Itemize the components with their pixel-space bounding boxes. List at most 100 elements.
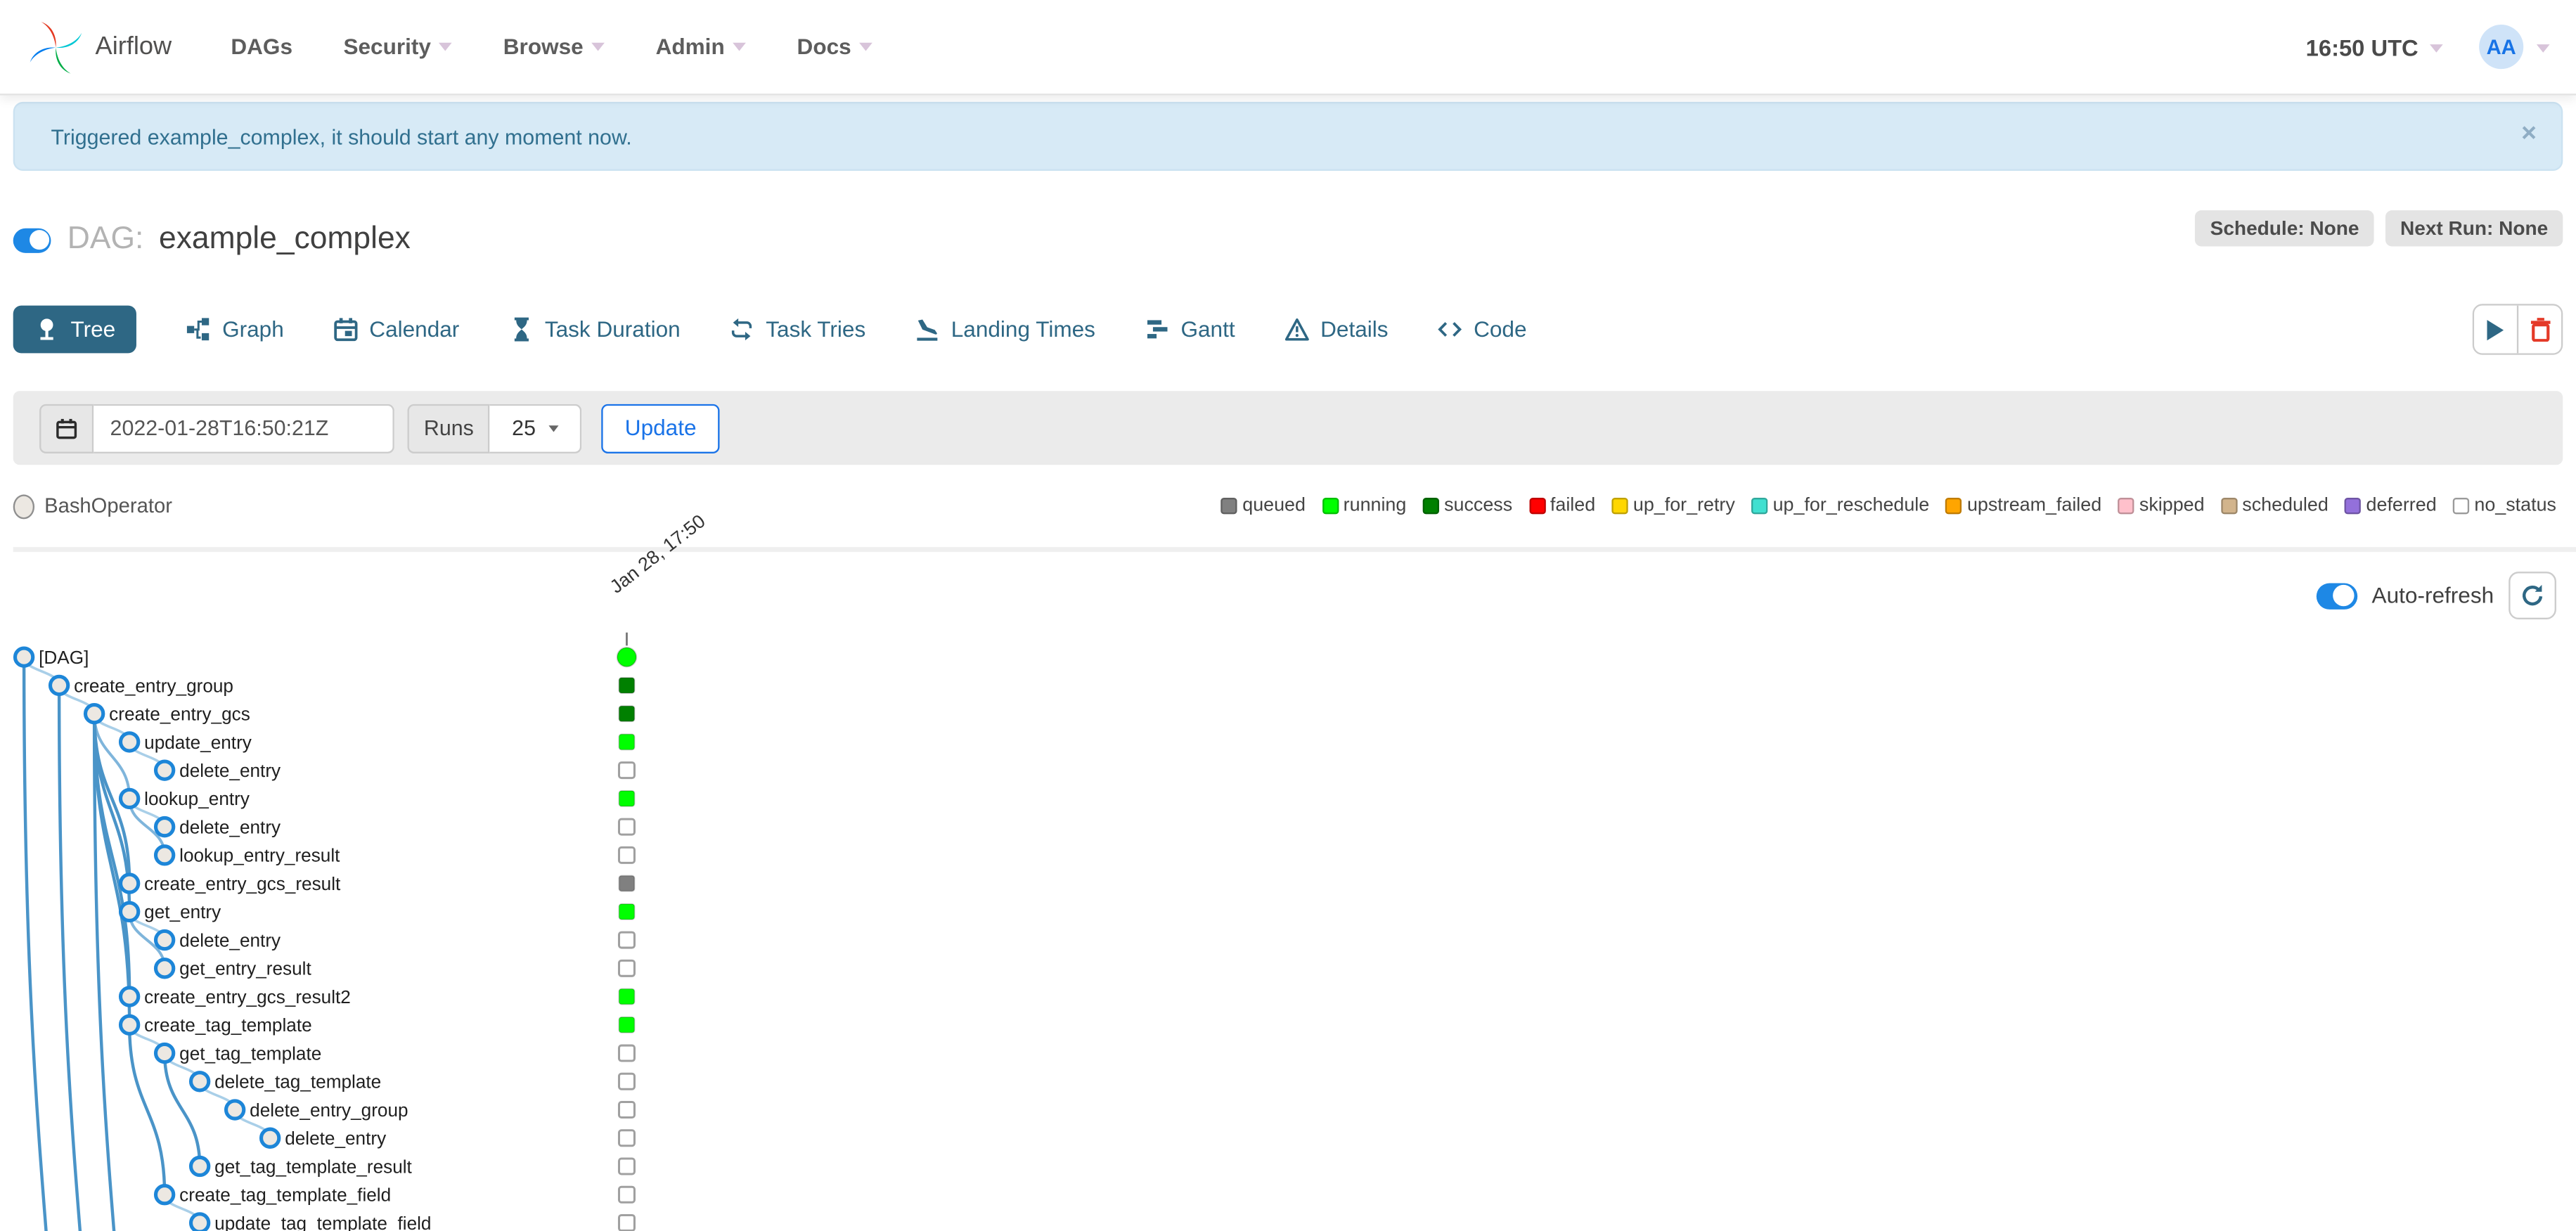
task-label[interactable]: create_tag_template_field (179, 1185, 391, 1206)
task-node-delete_entry[interactable] (259, 1127, 281, 1149)
task-label[interactable]: get_tag_template (179, 1043, 321, 1064)
dag-run-circle-running[interactable] (616, 646, 638, 668)
avatar-caret-icon[interactable] (2536, 44, 2550, 53)
task-node-delete_entry_group[interactable] (224, 1099, 246, 1121)
nav-item-security[interactable]: Security (343, 34, 453, 59)
status-square-no_status[interactable] (617, 1072, 636, 1090)
task-node-DAG[interactable] (13, 646, 35, 668)
status-square-no_status[interactable] (617, 1157, 636, 1175)
task-node-get_entry[interactable] (118, 901, 141, 923)
task-node-lookup_entry[interactable] (118, 787, 141, 810)
utc-clock[interactable]: 16:50 UTC (2306, 34, 2419, 60)
task-label[interactable]: delete_entry (179, 816, 281, 837)
refresh-button[interactable] (2509, 572, 2556, 619)
task-label[interactable]: create_entry_gcs_result2 (144, 986, 351, 1007)
run-column-header[interactable]: Jan 28, 17:50 (607, 512, 710, 598)
task-label[interactable]: update_tag_template_field (214, 1213, 431, 1231)
task-node-get_entry_result[interactable] (153, 958, 176, 979)
task-node-create_entry_gcs[interactable] (83, 702, 105, 725)
avatar[interactable]: AA (2479, 25, 2524, 70)
status-square-no_status[interactable] (617, 1101, 636, 1119)
tab-calendar[interactable]: Calendar (333, 317, 459, 342)
task-node-update_entry[interactable] (118, 731, 141, 753)
task-label[interactable]: create_entry_gcs (109, 704, 250, 725)
task-node-create_tag_template_field[interactable] (153, 1184, 176, 1206)
task-label[interactable]: [DAG] (39, 647, 89, 668)
task-label[interactable]: create_entry_group (74, 675, 233, 696)
status-square-no_status[interactable] (617, 931, 636, 949)
task-node-get_tag_template[interactable] (153, 1042, 176, 1064)
task-label[interactable]: create_tag_template (144, 1014, 311, 1036)
tab-task-tries[interactable]: Task Tries (730, 317, 865, 342)
task-node-delete_entry[interactable] (153, 816, 176, 838)
task-node-create_entry_group[interactable] (48, 674, 70, 697)
status-square-running[interactable] (618, 988, 636, 1005)
divider (13, 547, 2576, 553)
dag-header: DAG: example_complex (13, 220, 411, 259)
status-square-running[interactable] (618, 789, 636, 807)
dag-pause-toggle[interactable] (13, 227, 51, 252)
task-node-delete_entry[interactable] (153, 759, 176, 781)
task-label[interactable]: create_entry_gcs_result (144, 873, 341, 894)
tab-details[interactable]: Details (1284, 317, 1389, 342)
nav-item-dags[interactable]: DAGs (231, 34, 292, 59)
task-node-get_tag_template_result[interactable] (188, 1155, 211, 1178)
task-label[interactable]: get_entry_result (179, 958, 311, 979)
airflow-brand[interactable]: Airflow (26, 18, 172, 77)
tab-gantt[interactable]: Gantt (1145, 317, 1235, 342)
task-node-create_tag_template[interactable] (118, 1014, 141, 1036)
status-square-running[interactable] (618, 903, 636, 920)
task-label[interactable]: delete_entry_group (250, 1100, 408, 1121)
status-square-no_status[interactable] (617, 959, 636, 977)
base-date-input[interactable] (94, 403, 394, 453)
task-label[interactable]: lookup_entry_result (179, 845, 340, 866)
task-label[interactable]: get_entry (144, 901, 221, 922)
tab-code[interactable]: Code (1438, 317, 1527, 342)
task-label[interactable]: delete_tag_template (214, 1071, 381, 1093)
task-node-lookup_entry_result[interactable] (153, 844, 176, 866)
delete-dag-button[interactable] (2516, 305, 2561, 354)
status-square-running[interactable] (618, 733, 636, 751)
hourglass-icon (513, 317, 529, 342)
task-label[interactable]: update_entry (144, 732, 252, 753)
nav-item-docs[interactable]: Docs (797, 34, 873, 59)
status-square-no_status[interactable] (617, 1129, 636, 1147)
status-square-success[interactable] (618, 677, 636, 694)
calendar-icon (333, 318, 357, 342)
task-node-delete_entry[interactable] (153, 929, 176, 951)
nav-item-browse[interactable]: Browse (503, 34, 605, 59)
task-node-create_entry_gcs_result[interactable] (118, 872, 141, 894)
auto-refresh-toggle[interactable] (2316, 582, 2357, 609)
task-label[interactable]: lookup_entry (144, 788, 250, 809)
legend-label: skipped (2139, 496, 2205, 516)
status-square-no_status[interactable] (617, 818, 636, 836)
nav-item-admin[interactable]: Admin (656, 34, 747, 59)
tab-landing-times[interactable]: Landing Times (915, 317, 1095, 342)
task-label[interactable]: delete_entry (285, 1128, 387, 1149)
status-square-queued[interactable] (618, 875, 636, 892)
status-square-success[interactable] (618, 705, 636, 723)
tab-graph[interactable]: Graph (186, 317, 284, 342)
task-node-update_tag_template_field[interactable] (188, 1212, 211, 1231)
refresh-icon (2523, 584, 2543, 606)
status-square-no_status[interactable] (617, 1044, 636, 1062)
task-node-create_entry_gcs_result2[interactable] (118, 986, 141, 1007)
tab-task-duration[interactable]: Task Duration (508, 317, 681, 342)
status-square-no_status[interactable] (617, 761, 636, 780)
trigger-dag-button[interactable] (2474, 305, 2517, 354)
task-label[interactable]: delete_entry (179, 929, 281, 950)
runs-count-select[interactable]: 25 (490, 403, 583, 453)
clock-caret-icon[interactable] (2430, 44, 2443, 53)
task-label[interactable]: get_tag_template_result (214, 1156, 412, 1177)
task-node-delete_tag_template[interactable] (188, 1071, 211, 1093)
brand-name[interactable]: Airflow (96, 32, 172, 62)
close-icon[interactable]: × (2521, 120, 2537, 150)
update-button[interactable]: Update (602, 403, 720, 453)
tab-label: Graph (222, 316, 284, 342)
tab-tree[interactable]: Tree (13, 305, 137, 354)
status-square-running[interactable] (618, 1016, 636, 1033)
task-label[interactable]: delete_entry (179, 760, 281, 781)
status-square-no_status[interactable] (617, 1213, 636, 1231)
status-square-no_status[interactable] (617, 1185, 636, 1204)
status-square-no_status[interactable] (617, 846, 636, 864)
